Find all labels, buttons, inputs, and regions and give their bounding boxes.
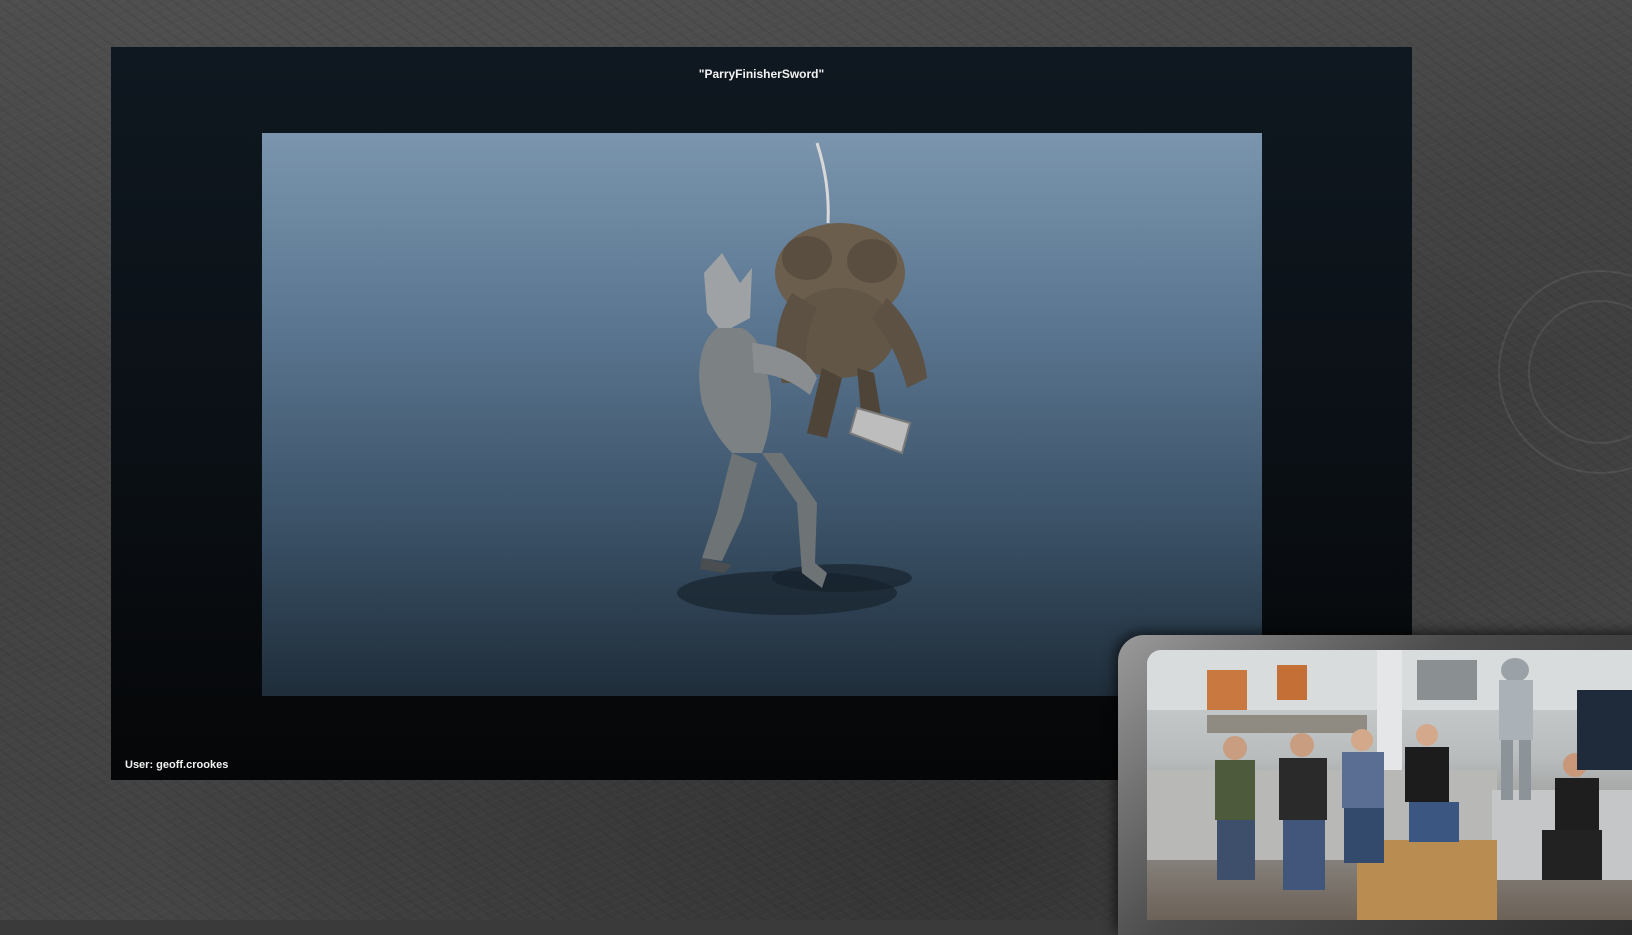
person-1 bbox=[1215, 736, 1255, 880]
animation-title: "ParryFinisherSword" bbox=[698, 67, 825, 81]
enemy-figure bbox=[775, 223, 927, 455]
webcam-feed bbox=[1147, 650, 1632, 920]
stream-background: "ParryFinisherSword" User: geoff.crookes bbox=[0, 0, 1632, 935]
user-label: User: geoff.crookes bbox=[125, 759, 229, 771]
3d-viewport[interactable] bbox=[262, 133, 1262, 696]
enemy-cleaver bbox=[848, 406, 912, 455]
person-2 bbox=[1279, 733, 1327, 890]
webcam-scene bbox=[1147, 650, 1632, 920]
character-render bbox=[677, 142, 927, 615]
ground-shadow-2 bbox=[772, 564, 912, 592]
sword-blade bbox=[815, 142, 830, 224]
poster bbox=[1577, 690, 1632, 770]
